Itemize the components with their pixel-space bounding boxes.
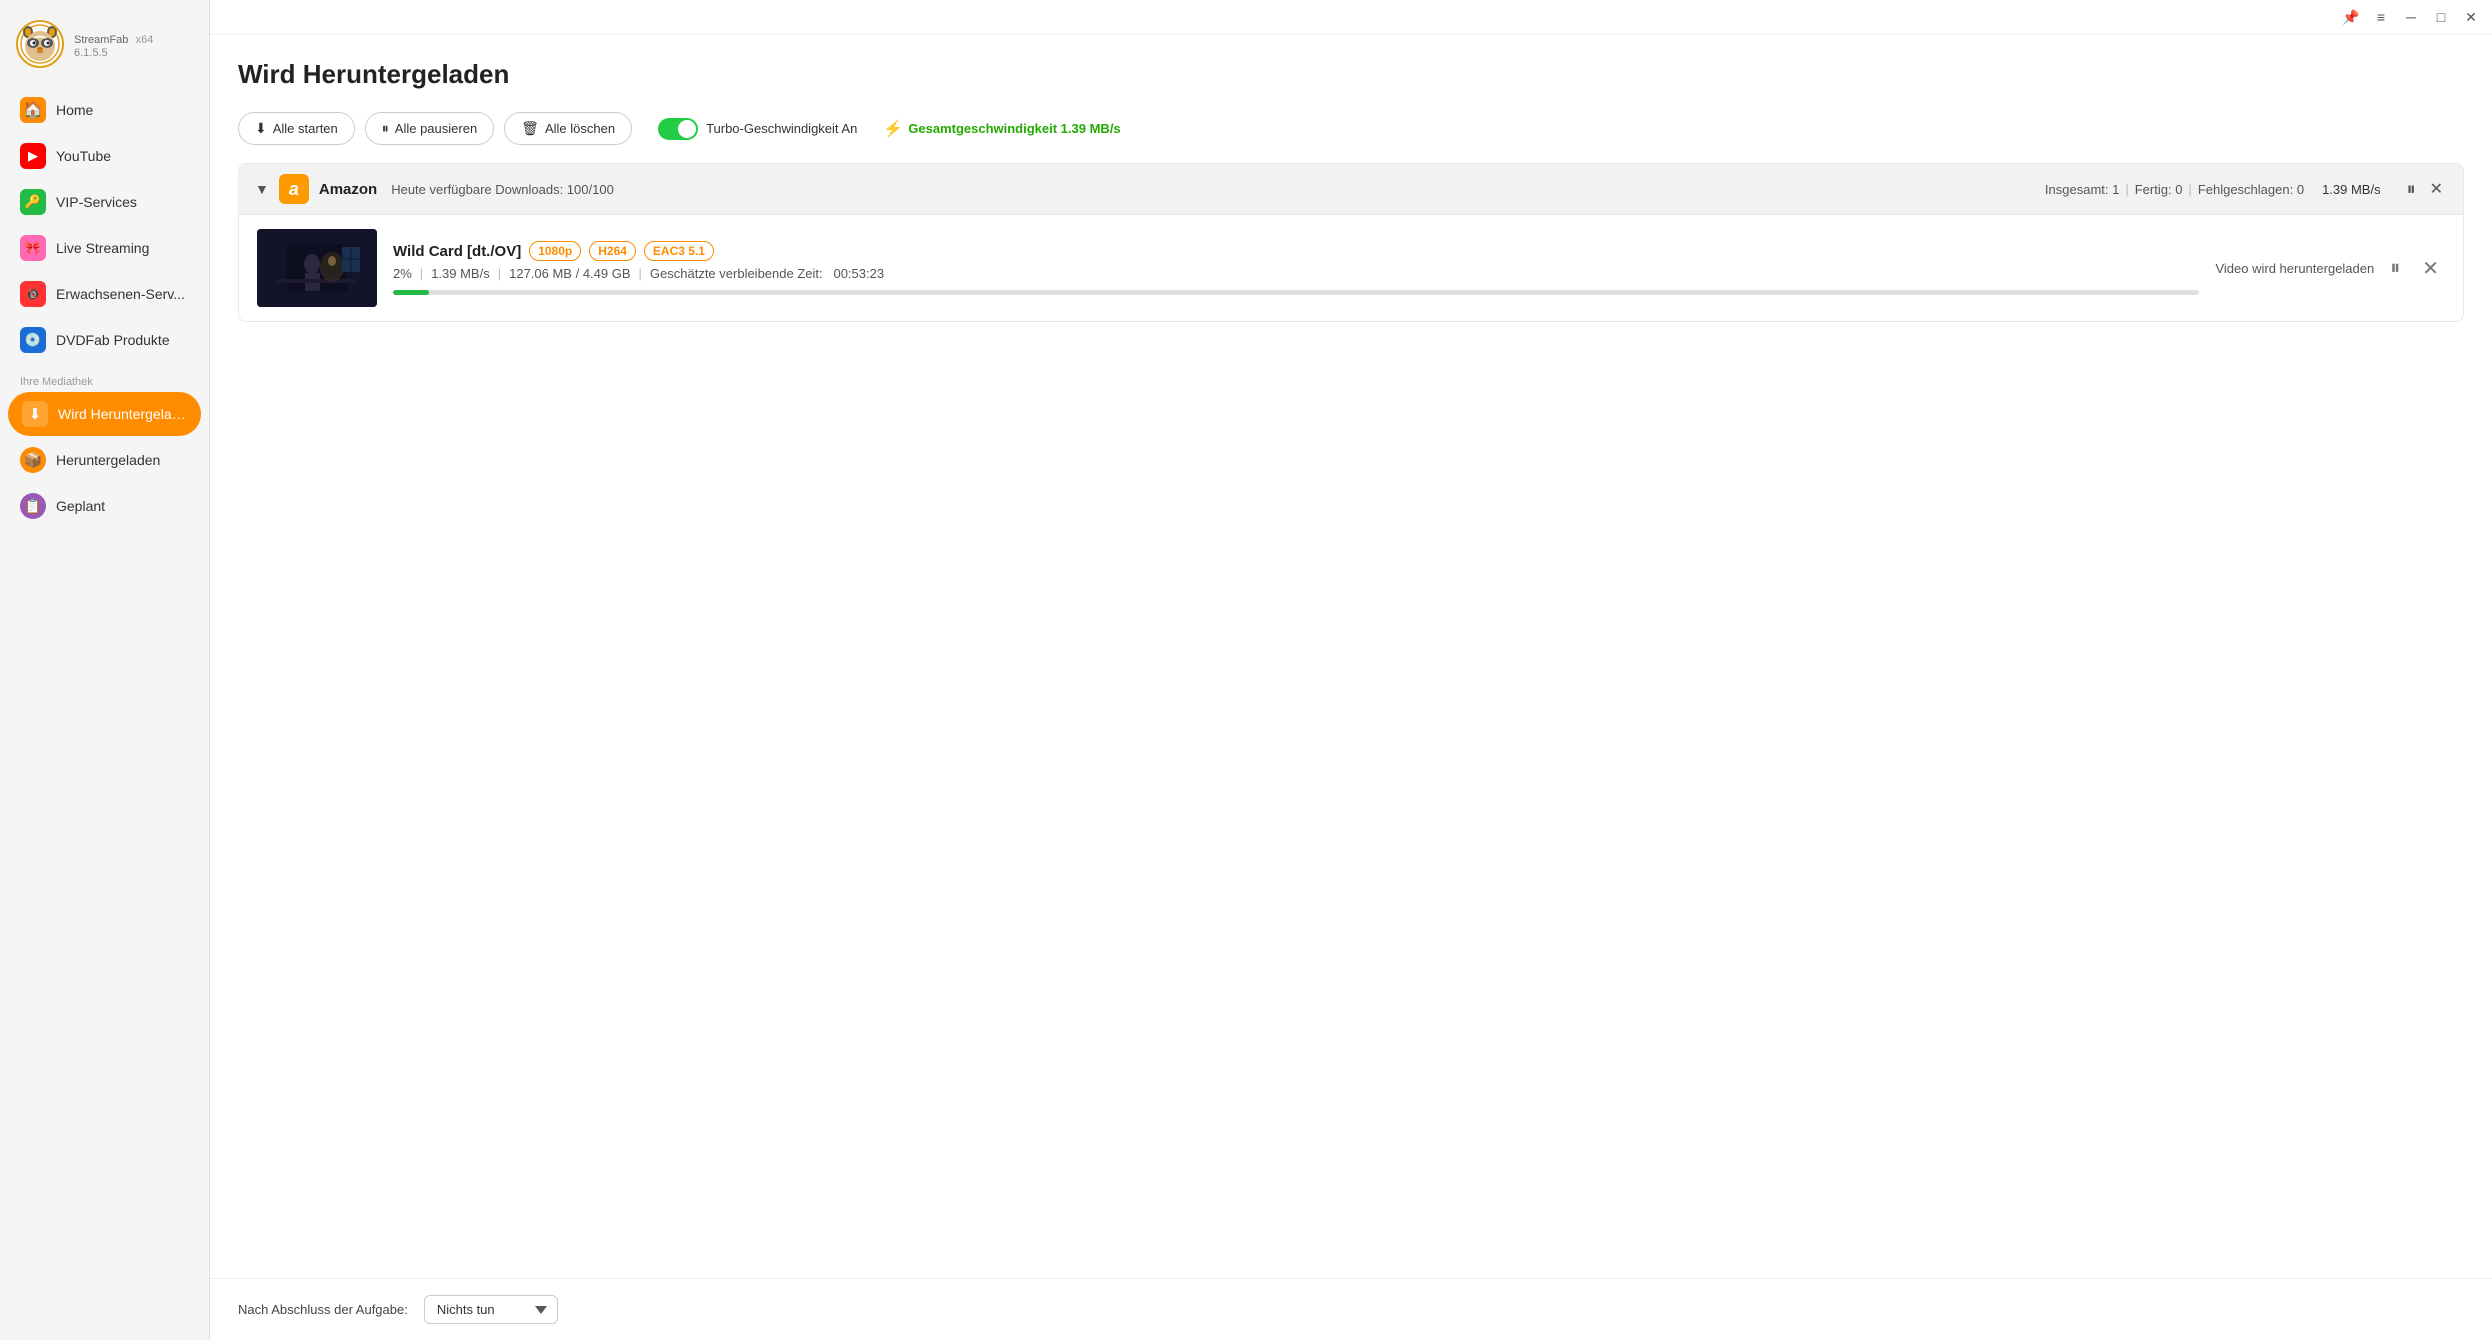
badge-audio: EAC3 5.1 — [644, 241, 714, 261]
start-all-button[interactable]: ⬇ Alle starten — [238, 112, 355, 145]
pause-all-button[interactable]: ⏸ Alle pausieren — [365, 112, 494, 145]
footer: Nach Abschluss der Aufgabe: Nichts tun H… — [210, 1278, 2492, 1340]
content-area: Wird Heruntergeladen ⬇ Alle starten ⏸ Al… — [210, 35, 2492, 1278]
sidebar-item-label: Erwachsenen-Serv... — [56, 286, 185, 302]
sidebar-nav: 🏠 Home ▶ YouTube 🔑 VIP-Services 🎀 Live S… — [0, 88, 209, 530]
dvdfab-icon: 💿 — [20, 327, 46, 353]
stat-done: Fertig: 0 — [2135, 182, 2183, 197]
group-name: Amazon — [319, 181, 377, 198]
downloading-icon: ⬇ — [22, 401, 48, 427]
sidebar-item-label: Wird Heruntergela… — [58, 406, 186, 422]
youtube-icon: ▶ — [20, 143, 46, 169]
sidebar-item-label: Home — [56, 102, 93, 118]
sidebar-item-label: Live Streaming — [56, 240, 149, 256]
download-item: Wild Card [dt./OV] 1080p H264 EAC3 5.1 2… — [239, 215, 2463, 321]
vip-icon: 🔑 — [20, 189, 46, 215]
download-info: Wild Card [dt./OV] 1080p H264 EAC3 5.1 2… — [393, 241, 2199, 295]
badge-codec: H264 — [589, 241, 636, 261]
amazon-icon: a — [279, 174, 309, 204]
progress-pct: 2% — [393, 266, 412, 281]
sidebar-item-downloaded[interactable]: 📦 Heruntergeladen — [8, 438, 201, 482]
group-pause-button[interactable]: ⏸ — [2403, 177, 2420, 202]
download-icon: ⬇ — [255, 120, 267, 137]
app-name: StreamFab x64 — [74, 30, 153, 47]
page-title: Wird Heruntergeladen — [238, 59, 2464, 90]
group-stats: Insgesamt: 1 | Fertig: 0 | Fehlgeschlage… — [2045, 182, 2381, 197]
group-header: ▼ a Amazon Heute verfügbare Downloads: 1… — [239, 164, 2463, 215]
progress-bar-fill — [393, 290, 429, 295]
title-bar: 📌 ≡ ─ □ ✕ — [210, 0, 2492, 35]
main-content: 📌 ≡ ─ □ ✕ Wird Heruntergeladen ⬇ Alle st… — [210, 0, 2492, 1340]
sidebar-item-label: Heruntergeladen — [56, 452, 160, 468]
status-label: Video wird heruntergeladen — [2215, 261, 2374, 276]
maximize-button[interactable]: □ — [2430, 6, 2452, 28]
download-status: Video wird heruntergeladen ⏸ ✕ — [2215, 254, 2445, 283]
download-title-row: Wild Card [dt./OV] 1080p H264 EAC3 5.1 — [393, 241, 2199, 261]
progress-bar-bg — [393, 290, 2199, 295]
download-title: Wild Card [dt./OV] — [393, 243, 521, 260]
group-quota: Heute verfügbare Downloads: 100/100 — [391, 182, 614, 197]
sidebar-item-label: DVDFab Produkte — [56, 332, 170, 348]
bolt-icon: ⚡ — [883, 119, 903, 139]
delete-all-button[interactable]: 🗑 Alle löschen — [504, 112, 632, 145]
scheduled-icon: 📋 — [20, 493, 46, 519]
trash-icon: 🗑 — [521, 120, 539, 137]
collapse-button[interactable]: ▼ — [255, 181, 269, 197]
logo-icon — [16, 20, 64, 68]
item-remove-button[interactable]: ✕ — [2416, 254, 2445, 283]
sidebar-item-scheduled[interactable]: 📋 Geplant — [8, 484, 201, 528]
speed-area: ⚡ Gesamtgeschwindigkeit 1.39 MB/s — [883, 119, 1120, 139]
logo-text: StreamFab x64 6.1.5.5 — [74, 30, 153, 59]
library-label: Ihre Mediathek — [8, 364, 201, 392]
group-close-button[interactable]: ✕ — [2426, 177, 2447, 201]
app-logo: StreamFab x64 6.1.5.5 — [0, 10, 209, 88]
sidebar-item-label: VIP-Services — [56, 194, 137, 210]
stat-total: Insgesamt: 1 — [2045, 182, 2119, 197]
sidebar: StreamFab x64 6.1.5.5 🏠 Home ▶ YouTube 🔑… — [0, 0, 210, 1340]
pause-icon: ⏸ — [382, 120, 389, 137]
close-button[interactable]: ✕ — [2460, 6, 2482, 28]
sidebar-item-downloading[interactable]: ⬇ Wird Heruntergela… — [8, 392, 201, 436]
eta-value: 00:53:23 — [833, 266, 884, 281]
sidebar-item-youtube[interactable]: ▶ YouTube — [8, 134, 201, 178]
toolbar: ⬇ Alle starten ⏸ Alle pausieren 🗑 Alle l… — [238, 112, 2464, 145]
download-size: 127.06 MB / 4.49 GB — [509, 266, 630, 281]
turbo-toggle[interactable] — [658, 118, 698, 140]
turbo-label: Turbo-Geschwindigkeit An — [706, 121, 857, 136]
download-group: ▼ a Amazon Heute verfügbare Downloads: 1… — [238, 163, 2464, 322]
sidebar-item-home[interactable]: 🏠 Home — [8, 88, 201, 132]
thumbnail-image — [257, 229, 377, 307]
footer-label: Nach Abschluss der Aufgabe: — [238, 1302, 408, 1317]
adult-icon: 🔞 — [20, 281, 46, 307]
minimize-button[interactable]: ─ — [2400, 6, 2422, 28]
sidebar-item-adult[interactable]: 🔞 Erwachsenen-Serv... — [8, 272, 201, 316]
eta-label: Geschätzte verbleibende Zeit: 00:53:23 — [650, 266, 884, 281]
item-pause-button[interactable]: ⏸ — [2384, 255, 2406, 282]
home-icon: 🏠 — [20, 97, 46, 123]
turbo-area: Turbo-Geschwindigkeit An — [658, 118, 857, 140]
downloaded-icon: 📦 — [20, 447, 46, 473]
menu-button[interactable]: ≡ — [2370, 6, 2392, 28]
sidebar-item-dvdfab[interactable]: 💿 DVDFab Produkte — [8, 318, 201, 362]
group-actions: ⏸ ✕ — [2403, 177, 2447, 202]
sidebar-item-livestream[interactable]: 🎀 Live Streaming — [8, 226, 201, 270]
after-task-select[interactable]: Nichts tun Herunterfahren Ruhezustand — [424, 1295, 558, 1324]
download-speed: 1.39 MB/s — [431, 266, 490, 281]
pin-button[interactable]: 📌 — [2340, 6, 2362, 28]
stat-failed: Fehlgeschlagen: 0 — [2198, 182, 2304, 197]
download-meta: 2% | 1.39 MB/s | 127.06 MB / 4.49 GB | G… — [393, 266, 2199, 281]
app-version: 6.1.5.5 — [74, 47, 153, 59]
sidebar-item-label: Geplant — [56, 498, 105, 514]
group-speed: 1.39 MB/s — [2322, 182, 2381, 197]
livestream-icon: 🎀 — [20, 235, 46, 261]
download-thumbnail — [257, 229, 377, 307]
logo-svg — [20, 24, 60, 64]
badge-resolution: 1080p — [529, 241, 581, 261]
speed-label: Gesamtgeschwindigkeit 1.39 MB/s — [908, 121, 1120, 136]
sidebar-item-label: YouTube — [56, 148, 111, 164]
sidebar-item-vip[interactable]: 🔑 VIP-Services — [8, 180, 201, 224]
